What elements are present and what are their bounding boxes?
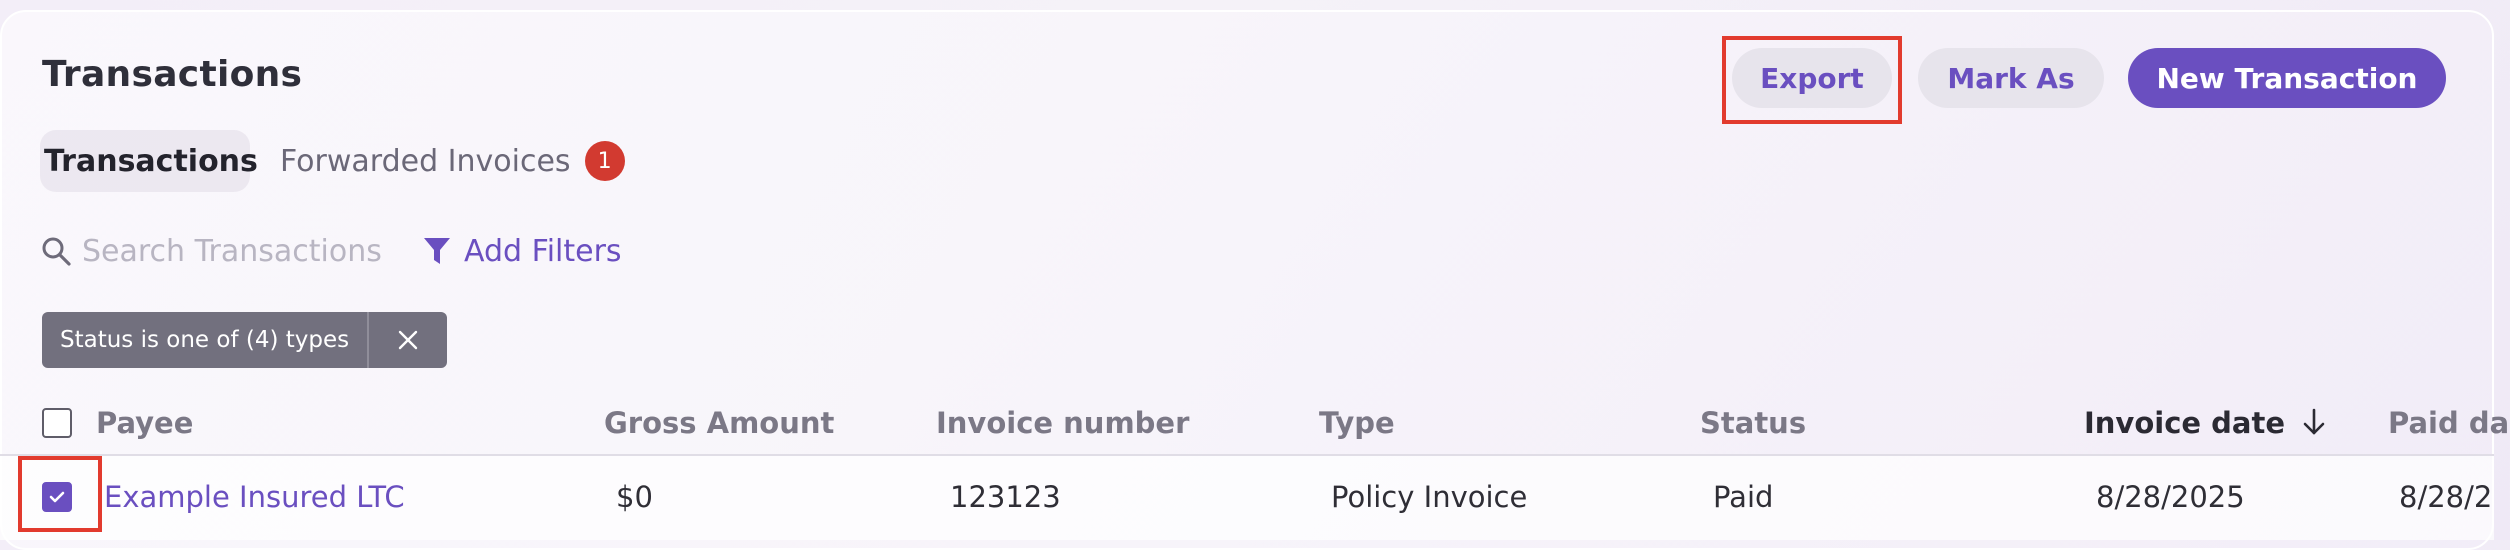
column-header-invoice-date-label: Invoice date	[2084, 406, 2286, 440]
column-header-paid-date[interactable]: Paid da	[2388, 406, 2509, 440]
search-icon	[42, 237, 71, 266]
tab-forwarded-invoices[interactable]: Forwarded Invoices 1	[280, 130, 625, 192]
search-bar	[40, 226, 390, 276]
column-header-payee[interactable]: Payee	[96, 406, 193, 440]
gross-amount-cell: $0	[616, 480, 653, 514]
table-row[interactable]: Example Insured LTC $0 123123 Policy Inv…	[0, 456, 2494, 540]
type-cell: Policy Invoice	[1331, 480, 1528, 514]
page-title: Transactions	[42, 54, 303, 95]
new-transaction-button[interactable]: New Transaction	[2128, 48, 2446, 108]
add-filters-button[interactable]: Add Filters	[422, 226, 622, 276]
filter-icon	[424, 238, 450, 264]
tab-transactions-label: Transactions	[44, 143, 258, 179]
row-select-checkbox[interactable]	[42, 482, 72, 512]
tab-forwarded-invoices-label: Forwarded Invoices	[280, 143, 571, 179]
status-filter-chip-label[interactable]: Status is one of (4) types	[42, 312, 370, 368]
arrow-down-icon	[2303, 408, 2325, 435]
check-icon	[49, 491, 65, 503]
search-input[interactable]	[82, 233, 382, 269]
remove-filter-button[interactable]	[369, 312, 447, 368]
status-filter-chip: Status is one of (4) types	[42, 312, 448, 368]
close-icon	[398, 330, 418, 350]
paid-date-cell: 8/28/2	[2399, 480, 2493, 514]
add-filters-label: Add Filters	[464, 233, 622, 269]
column-header-invoice-number[interactable]: Invoice number	[936, 406, 1189, 440]
forwarded-count-badge: 1	[584, 141, 625, 181]
column-header-gross-amount[interactable]: Gross Amount	[604, 406, 834, 440]
select-all-checkbox[interactable]	[42, 408, 72, 438]
invoice-date-cell: 8/28/2025	[2096, 480, 2245, 514]
column-header-type[interactable]: Type	[1319, 406, 1395, 440]
export-button[interactable]: Export	[1732, 48, 1892, 108]
column-header-status[interactable]: Status	[1700, 406, 1806, 440]
invoice-number-cell: 123123	[950, 480, 1061, 514]
tab-transactions[interactable]: Transactions	[40, 130, 258, 192]
table-header: Payee Gross Amount Invoice number Type S…	[0, 390, 2509, 456]
column-header-invoice-date[interactable]: Invoice date	[2084, 406, 2327, 440]
payee-link[interactable]: Example Insured LTC	[104, 480, 405, 514]
status-cell: Paid	[1713, 480, 1774, 514]
mark-as-button[interactable]: Mark As	[1918, 48, 2104, 108]
